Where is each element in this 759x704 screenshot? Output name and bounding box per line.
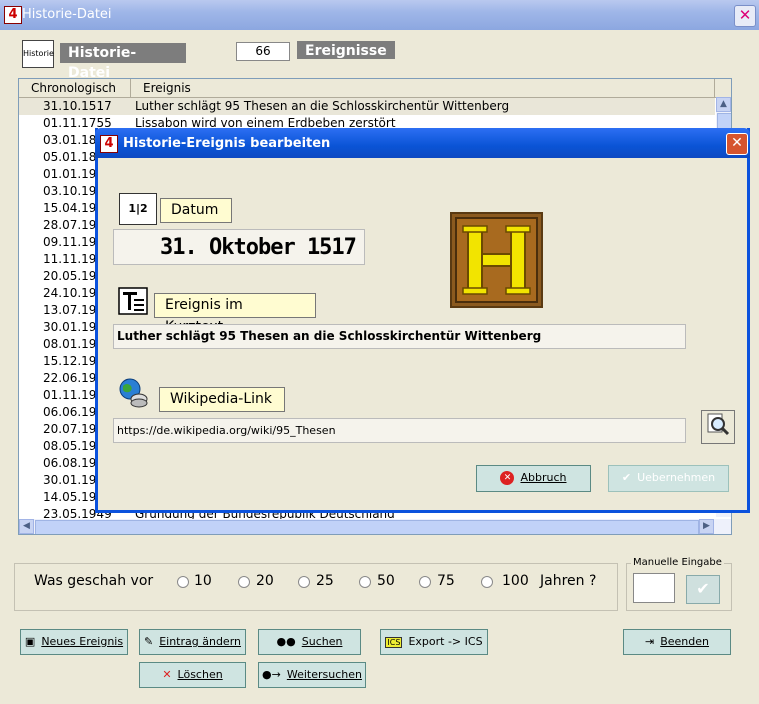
exit-label: Beenden xyxy=(660,635,709,648)
cancel-button[interactable]: ✕ Abbruch xyxy=(476,465,591,492)
close-window-button[interactable]: ✕ xyxy=(734,5,756,27)
manual-input-label: Manuelle Eingabe xyxy=(631,557,724,568)
find-next-icon: ●→ xyxy=(262,668,281,681)
radio-100-label[interactable]: 100 xyxy=(502,573,529,589)
accept-label: Uebernehmen xyxy=(637,471,716,484)
history-logo xyxy=(450,212,543,308)
exit-button[interactable]: ⇥ Beenden xyxy=(623,629,731,655)
radio-50-label[interactable]: 50 xyxy=(377,573,395,589)
cancel-icon: ✕ xyxy=(500,471,515,485)
magnifier-icon xyxy=(707,413,730,436)
calendar-icon: 1|2 xyxy=(119,193,157,225)
edit-entry-button[interactable]: ✎ Eintrag ändern xyxy=(139,629,246,655)
short-text-field[interactable]: Luther schlägt 95 Thesen an die Schlossk… xyxy=(113,324,686,349)
find-next-button[interactable]: ●→ Weitersuchen xyxy=(258,662,366,688)
file-title-label: Historie-Datei xyxy=(60,43,186,81)
manual-ok-button[interactable]: ✔ xyxy=(686,575,720,604)
history-file-icon: Historie xyxy=(22,40,54,68)
radio-75[interactable] xyxy=(419,576,431,588)
date-label: Datum xyxy=(160,198,232,223)
h-scroll-thumb[interactable] xyxy=(35,520,699,534)
time-filter-label: Was geschah vor xyxy=(34,573,154,589)
accept-button[interactable]: ✔ Uebernehmen xyxy=(608,465,729,492)
event-count-field: 66 xyxy=(236,42,290,61)
window-title: Historie-Datei xyxy=(22,7,112,22)
radio-75-label[interactable]: 75 xyxy=(437,573,455,589)
globe-link-icon xyxy=(117,377,151,409)
edit-icon: ✎ xyxy=(143,635,154,648)
event-count-label: Ereignisse xyxy=(297,41,395,59)
edit-entry-label: Eintrag ändern xyxy=(159,635,241,648)
check-icon: ✔ xyxy=(696,579,710,598)
dialog-app-icon: 4 xyxy=(100,135,118,153)
text-format-icon xyxy=(117,287,149,317)
history-logo-graphic xyxy=(455,217,538,303)
search-label: Suchen xyxy=(301,635,343,648)
date-field[interactable]: 31. Oktober 1517 xyxy=(113,229,365,265)
app-icon: 4 xyxy=(4,6,22,24)
dialog-close-button[interactable]: ✕ xyxy=(726,133,748,155)
exit-door-icon: ⇥ xyxy=(645,635,655,648)
delete-x-icon: ✕ xyxy=(162,668,172,681)
radio-20[interactable] xyxy=(238,576,250,588)
radio-25-label[interactable]: 25 xyxy=(316,573,334,589)
search-button[interactable]: ●● Suchen xyxy=(258,629,361,655)
ics-icon: ICS xyxy=(385,637,403,648)
radio-100[interactable] xyxy=(481,576,493,588)
wikipedia-link-field[interactable]: https://de.wikipedia.org/wiki/95_Thesen xyxy=(113,418,686,443)
row-event: Luther schlägt 95 Thesen an die Schlossk… xyxy=(135,99,510,113)
dialog-title: Historie-Ereignis bearbeiten xyxy=(123,136,331,151)
binoculars-icon: ●● xyxy=(276,635,296,648)
new-icon: ▣ xyxy=(24,635,36,648)
check-icon: ✔ xyxy=(621,471,632,484)
short-text-label: Ereignis im Kurztext xyxy=(154,293,316,335)
radio-25[interactable] xyxy=(298,576,310,588)
radio-10[interactable] xyxy=(177,576,189,588)
wikipedia-label: Wikipedia-Link xyxy=(159,387,285,412)
list-header: Chronologisch Ereignis xyxy=(19,79,731,98)
find-next-label: Weitersuchen xyxy=(286,668,362,681)
new-event-label: Neues Ereignis xyxy=(41,635,124,648)
delete-label: Löschen xyxy=(177,668,223,681)
scroll-left-button[interactable]: ◀ xyxy=(19,519,34,534)
manual-years-input[interactable] xyxy=(633,573,675,603)
open-link-button[interactable] xyxy=(701,410,735,444)
radio-50[interactable] xyxy=(359,576,371,588)
new-event-button[interactable]: ▣ Neues Ereignis xyxy=(20,629,128,655)
years-suffix-label: Jahren ? xyxy=(540,573,597,589)
export-ics-button[interactable]: ICS Export -> ICS xyxy=(380,629,488,655)
radio-10-label[interactable]: 10 xyxy=(194,573,212,589)
row-date: 31.10.1517 xyxy=(43,99,112,113)
delete-button[interactable]: ✕ Löschen xyxy=(139,662,246,688)
column-header-event[interactable]: Ereignis xyxy=(131,79,715,97)
table-row[interactable]: 31.10.1517 Luther schlägt 95 Thesen an di… xyxy=(19,98,715,115)
main-titlebar xyxy=(0,0,759,30)
column-header-chronological[interactable]: Chronologisch xyxy=(19,79,131,97)
scroll-right-button[interactable]: ▶ xyxy=(699,519,714,534)
cancel-label: Abbruch xyxy=(520,471,567,484)
horizontal-scrollbar[interactable]: ◀ ▶ xyxy=(19,519,731,534)
scroll-up-button[interactable]: ▲ xyxy=(716,97,731,112)
radio-20-label[interactable]: 20 xyxy=(256,573,274,589)
export-label: Export -> ICS xyxy=(408,635,483,648)
